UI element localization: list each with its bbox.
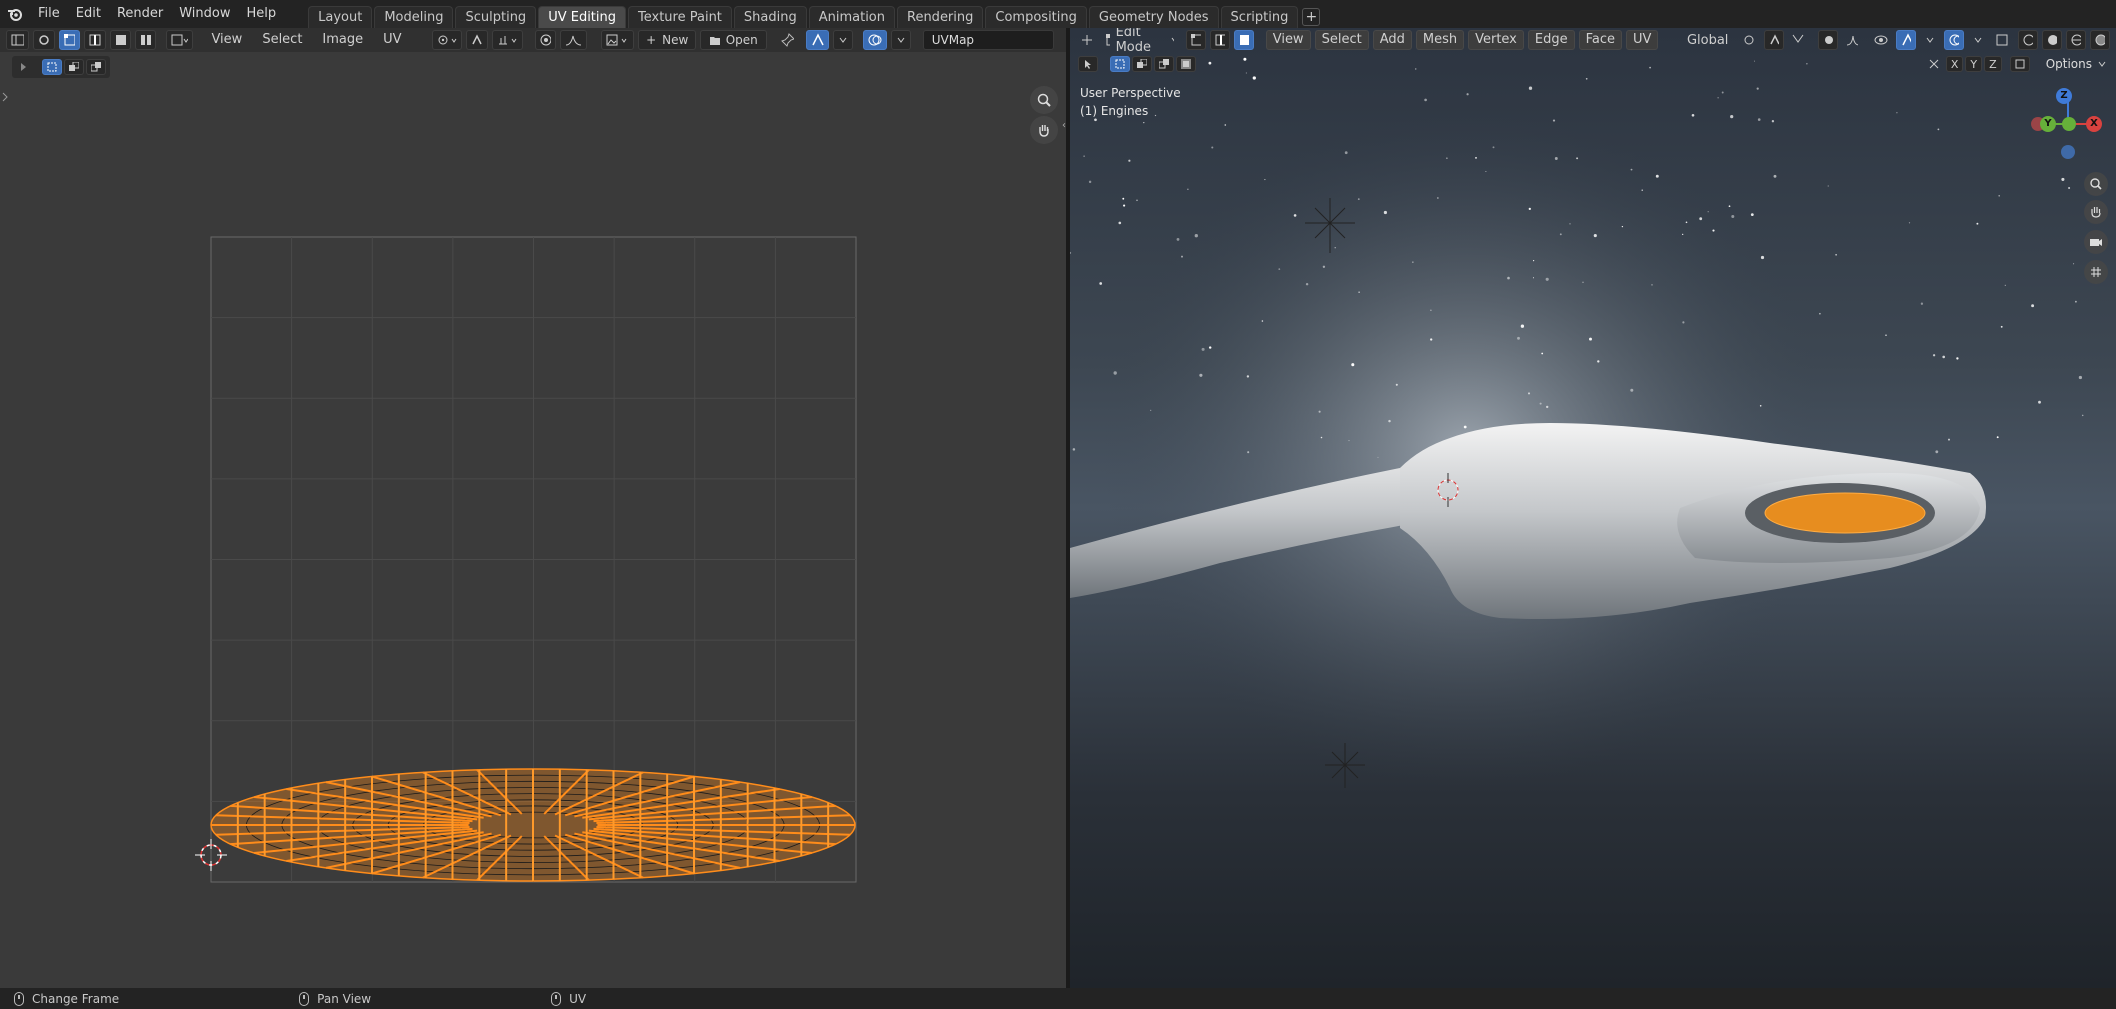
viewport-editor-type-icon[interactable] [1076,30,1098,50]
xray-icon[interactable] [1992,30,2014,50]
add-workspace-button[interactable]: + [1302,8,1321,26]
vp-snap-dropdown[interactable] [1788,30,1808,50]
uv-editor[interactable]: View Select Image UV + New Open UVMap [0,28,1070,988]
gizmo-y-axis[interactable]: Y [2040,116,2056,132]
status-uv: UV [551,991,587,1006]
status-uv-label: UV [569,991,587,1006]
vp-axis-lock: X Y Z Options [1924,56,2106,72]
tab-shading[interactable]: Shading [733,6,807,28]
vp-menu-select[interactable]: Select [1314,30,1369,50]
tab-texture-paint[interactable]: Texture Paint [628,6,732,28]
vp-select-subtract-icon[interactable] [1154,56,1174,72]
tab-sculpting[interactable]: Sculpting [455,6,537,28]
menu-window[interactable]: Window [171,0,238,28]
status-bar: Change Frame Pan View UV [0,988,2116,1009]
vp-vertex-select-icon[interactable] [1185,30,1206,50]
vp-overlay-dropdown[interactable] [1968,30,1988,50]
viewport-perspective-label: User Perspective [1080,86,1181,100]
workspace-tabs: Layout Modeling Sculpting UV Editing Tex… [308,0,1321,28]
top-bar: File Edit Render Window Help Layout Mode… [0,0,2116,28]
viewport-header: Edit Mode View Select Add Mesh Vertex Ed… [1070,28,2116,55]
vp-menu-vertex[interactable]: Vertex [1468,30,1524,50]
vp-select-new-icon[interactable] [1110,56,1130,72]
uv-island[interactable] [210,768,856,882]
vp-select-invert-icon[interactable] [1176,56,1196,72]
vp-hand-icon[interactable] [2084,200,2108,224]
vp-menu-mesh[interactable]: Mesh [1415,30,1465,50]
shading-rendered-icon[interactable] [2089,30,2110,50]
tab-rendering[interactable]: Rendering [897,6,984,28]
gizmo-x-axis[interactable]: X [2086,116,2102,132]
options-chevron-icon [2098,61,2106,67]
menu-render[interactable]: Render [109,0,171,28]
tab-scripting[interactable]: Scripting [1220,6,1299,28]
shading-solid-icon[interactable] [2041,30,2062,50]
vp-proportional-icon[interactable] [1818,30,1839,50]
mirror-icon[interactable] [1924,56,1944,72]
mode-dropdown[interactable]: Edit Mode [1102,28,1178,55]
3d-viewport[interactable]: Edit Mode View Select Add Mesh Vertex Ed… [1070,28,2116,988]
status-pan-view: Pan View [299,991,372,1006]
vp-edge-select-icon[interactable] [1209,30,1230,50]
tab-animation[interactable]: Animation [808,6,895,28]
tab-uv-editing[interactable]: UV Editing [538,6,627,28]
vp-zoom-icon[interactable] [2084,172,2108,196]
mouse-middle-icon [299,991,310,1006]
status-change-frame-label: Change Frame [32,991,120,1006]
axis-y-toggle[interactable]: Y [1965,56,1983,72]
tab-compositing[interactable]: Compositing [985,6,1087,28]
tab-modeling[interactable]: Modeling [374,6,454,28]
vp-overlay-icon[interactable] [1944,30,1964,50]
vp-gizmo-toggle[interactable] [1896,30,1916,50]
axis-z-toggle[interactable]: Z [1984,56,2002,72]
uv-canvas[interactable] [0,28,1066,988]
status-pan-view-label: Pan View [317,991,372,1006]
viewport-object-label: (1) Engines [1080,104,1149,118]
menu-help[interactable]: Help [239,0,285,28]
mouse-right-icon [551,991,562,1006]
gizmo-neg-y-axis[interactable] [2062,117,2076,131]
vp-select-extend-icon[interactable] [1132,56,1152,72]
vp-menu-face[interactable]: Face [1578,30,1623,50]
gizmo-z-axis[interactable]: Z [2056,88,2072,104]
scene-background [1070,28,2116,988]
grid-icon[interactable] [2084,260,2108,284]
orientation-dropdown[interactable]: Global [1680,30,1734,50]
axis-x-toggle[interactable]: X [1945,56,1964,72]
visibility-icon[interactable] [1870,30,1892,50]
vp-select-tool-icon[interactable] [1078,56,1098,72]
mode-label: Edit Mode [1115,28,1152,55]
mouse-icon [14,991,24,1006]
shading-wireframe-icon[interactable] [2017,30,2038,50]
vp-tool-settings [1078,56,1196,72]
tab-layout[interactable]: Layout [308,6,373,28]
vp-falloff-icon[interactable] [1842,30,1862,50]
orientation-label: Global [1686,32,1729,48]
vp-face-select-icon[interactable] [1233,30,1254,50]
tab-geometry-nodes[interactable]: Geometry Nodes [1088,6,1219,28]
vp-snap-icon[interactable] [1764,30,1785,50]
status-change-frame: Change Frame [14,991,120,1006]
vp-menu-add[interactable]: Add [1372,30,1412,50]
blender-logo-icon[interactable] [0,0,30,28]
menu-file[interactable]: File [30,0,68,28]
shading-material-icon[interactable] [2065,30,2086,50]
menu-edit[interactable]: Edit [68,0,109,28]
options-dropdown[interactable]: Options [2046,57,2092,71]
vp-gizmo-dropdown[interactable] [1920,30,1940,50]
camera-icon[interactable] [2084,230,2108,254]
transform-pivot-icon[interactable] [1739,30,1761,50]
auto-merge-icon[interactable] [2009,56,2030,72]
vp-menu-uv[interactable]: UV [1626,30,1659,50]
vp-menu-view[interactable]: View [1265,30,1311,50]
vp-menu-edge[interactable]: Edge [1527,30,1575,50]
